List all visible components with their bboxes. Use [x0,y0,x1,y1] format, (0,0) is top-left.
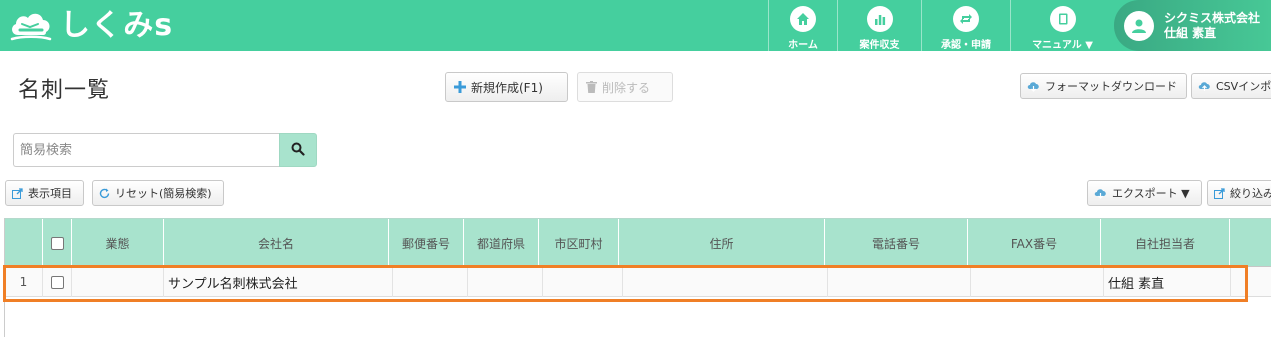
export-label: エクスポート ▼ [1112,187,1190,200]
trash-icon [586,81,597,93]
column-header-prefecture[interactable]: 都道府県 [464,219,539,267]
select-all-checkbox[interactable] [50,236,64,250]
delete-button[interactable]: 削除する [577,72,673,102]
user-menu[interactable]: シクミス株式会社 仕組 素直 [1114,0,1271,51]
column-header-owner[interactable]: 自社担当者 [1101,219,1230,267]
export-button[interactable]: エクスポート ▼ [1087,180,1202,206]
cell-fax [971,267,1104,297]
column-header-fax[interactable]: FAX番号 [968,219,1101,267]
book-icon [1049,6,1076,32]
business-card-table: 業態 会社名 郵便番号 都道府県 市区町村 住所 電話番号 FAX番号 自社担当… [4,218,1271,337]
nav-manual-label: マニュアル ▼ [1032,40,1093,51]
format-download-label: フォーマットダウンロード [1045,80,1177,93]
user-icon [1124,10,1154,41]
cell-extra [1231,267,1271,297]
row-select-cell [43,267,72,297]
table-header: 業態 会社名 郵便番号 都道府県 市区町村 住所 電話番号 FAX番号 自社担当… [5,218,1271,267]
nav-manual[interactable]: マニュアル ▼ [1010,0,1114,51]
column-header-phone[interactable]: 電話番号 [825,219,968,267]
app-header: しくみs ホーム 案件収支 承認・申請 マニュアル ▼ シクミス株式会社 仕組 … [0,0,1271,51]
user-company: シクミス株式会社 [1164,10,1261,25]
cell-phone [828,267,971,297]
column-header-gyotai[interactable]: 業態 [72,219,164,267]
search-button[interactable] [279,133,317,167]
cell-postal [393,267,468,297]
search-input[interactable] [13,133,279,167]
filter-label: 絞り込み [1230,187,1271,200]
display-items-button[interactable]: 表示項目 [5,180,84,206]
cell-owner: 仕組 素直 [1104,267,1231,297]
cloud-logo-icon [10,13,52,41]
table-row[interactable]: 1 サンプル名刺株式会社 仕組 素直 [5,267,1271,297]
reset-button[interactable]: リセット(簡易検索) [92,180,224,206]
nav-approval[interactable]: 承認・申請 [921,0,1010,51]
search-icon [291,141,305,160]
user-name: 仕組 素直 [1164,25,1217,40]
cloud-download-icon [1094,188,1107,199]
row-checkbox[interactable] [50,275,64,289]
new-button-label: 新規作成(F1) [471,80,543,95]
cell-gyotai [72,267,164,297]
csv-import-button[interactable]: CSVインポ [1191,73,1271,99]
column-header-extra [1230,219,1271,267]
row-number-header [5,219,43,267]
external-link-icon [12,187,23,199]
nav-project-balance[interactable]: 案件収支 [837,0,921,51]
cloud-upload-icon [1198,81,1211,92]
filter-button[interactable]: 絞り込み [1207,180,1271,206]
select-all-cell [43,219,72,267]
cell-prefecture [468,267,543,297]
cell-address [623,267,828,297]
refresh-icon [99,188,110,199]
repeat-icon [953,6,979,32]
row-index: 1 [5,267,43,297]
external-link-icon [1214,187,1225,199]
column-header-address[interactable]: 住所 [619,219,825,267]
plus-icon [454,81,466,93]
reset-label: リセット(簡易検索) [115,187,212,200]
column-header-city[interactable]: 市区町村 [539,219,619,267]
new-button[interactable]: 新規作成(F1) [445,72,568,102]
column-header-company[interactable]: 会社名 [164,219,389,267]
bar-chart-icon [866,6,893,32]
nav-project-balance-label: 案件収支 [859,40,900,51]
user-info: シクミス株式会社 仕組 素直 [1164,11,1260,41]
format-download-button[interactable]: フォーマットダウンロード [1020,73,1187,99]
logo-text: しくみs [60,8,174,43]
cell-company[interactable]: サンプル名刺株式会社 [164,267,393,297]
column-header-postal[interactable]: 郵便番号 [389,219,464,267]
delete-button-label: 削除する [602,80,651,95]
cell-city [543,267,623,297]
home-icon [790,6,816,32]
logo[interactable]: しくみs [8,8,173,44]
nav-home-label: ホーム [788,40,818,51]
nav-approval-label: 承認・申請 [941,40,991,51]
csv-import-label: CSVインポ [1216,80,1271,93]
page-title: 名刺一覧 [18,78,111,103]
display-items-label: 表示項目 [28,187,72,200]
cloud-download-icon [1027,81,1040,92]
nav-home[interactable]: ホーム [768,0,837,51]
